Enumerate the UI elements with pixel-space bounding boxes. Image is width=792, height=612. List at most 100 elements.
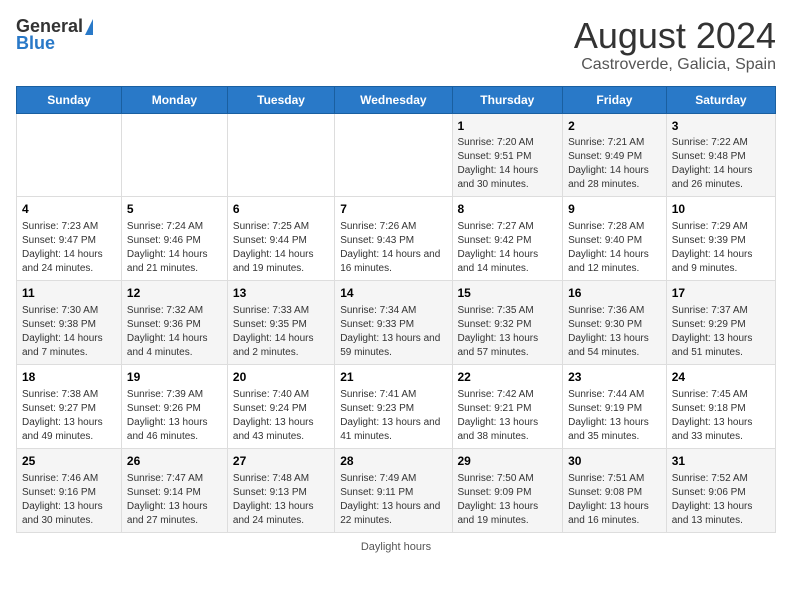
table-row: 22 Sunrise: 7:42 AMSunset: 9:21 PMDayligh… xyxy=(452,364,563,448)
column-header-sunday: Sunday xyxy=(17,86,122,113)
day-info: Sunrise: 7:49 AMSunset: 9:11 PMDaylight:… xyxy=(340,472,446,528)
column-header-friday: Friday xyxy=(563,86,667,113)
table-row: 14 Sunrise: 7:34 AMSunset: 9:33 PMDayligh… xyxy=(335,281,452,365)
table-row: 18 Sunrise: 7:38 AMSunset: 9:27 PMDayligh… xyxy=(17,364,122,448)
column-header-thursday: Thursday xyxy=(452,86,563,113)
day-info: Sunrise: 7:50 AMSunset: 9:09 PMDaylight:… xyxy=(458,472,558,528)
day-number: 19 xyxy=(127,369,222,386)
table-row: 20 Sunrise: 7:40 AMSunset: 9:24 PMDayligh… xyxy=(227,364,334,448)
day-info: Sunrise: 7:20 AMSunset: 9:51 PMDaylight:… xyxy=(458,136,558,192)
day-info: Sunrise: 7:36 AMSunset: 9:30 PMDaylight:… xyxy=(568,304,661,360)
column-header-saturday: Saturday xyxy=(666,86,775,113)
title-area: August 2024 Castroverde, Galicia, Spain xyxy=(574,16,776,74)
day-number: 21 xyxy=(340,369,446,386)
day-info: Sunrise: 7:47 AMSunset: 9:14 PMDaylight:… xyxy=(127,472,222,528)
day-number: 4 xyxy=(22,201,116,218)
day-number: 20 xyxy=(233,369,329,386)
logo: General Blue xyxy=(16,16,93,54)
calendar-header-row: SundayMondayTuesdayWednesdayThursdayFrid… xyxy=(17,86,776,113)
day-info: Sunrise: 7:21 AMSunset: 9:49 PMDaylight:… xyxy=(568,136,661,192)
table-row: 10Sunrise: 7:29 AMSunset: 9:39 PMDayligh… xyxy=(666,197,775,281)
table-row: 5 Sunrise: 7:24 AMSunset: 9:46 PMDaylight… xyxy=(121,197,227,281)
day-info: Sunrise: 7:38 AMSunset: 9:27 PMDaylight:… xyxy=(22,388,116,444)
column-header-monday: Monday xyxy=(121,86,227,113)
main-title: August 2024 xyxy=(574,16,776,56)
table-row: 6Sunrise: 7:25 AMSunset: 9:44 PMDaylight… xyxy=(227,197,334,281)
table-row: 4 Sunrise: 7:23 AMSunset: 9:47 PMDaylight… xyxy=(17,197,122,281)
day-info: Sunrise: 7:34 AMSunset: 9:33 PMDaylight:… xyxy=(340,304,446,360)
table-row: 29 Sunrise: 7:50 AMSunset: 9:09 PMDayligh… xyxy=(452,448,563,532)
table-row xyxy=(121,113,227,197)
day-number: 1 xyxy=(458,118,558,135)
table-row: 24 Sunrise: 7:45 AMSunset: 9:18 PMDayligh… xyxy=(666,364,775,448)
day-info: Sunrise: 7:41 AMSunset: 9:23 PMDaylight:… xyxy=(340,388,446,444)
day-number: 9 xyxy=(568,201,661,218)
table-row: 26Sunrise: 7:47 AMSunset: 9:14 PMDayligh… xyxy=(121,448,227,532)
day-info: Sunrise: 7:44 AMSunset: 9:19 PMDaylight:… xyxy=(568,388,661,444)
day-number: 6 xyxy=(233,201,329,218)
day-info: Sunrise: 7:52 AMSunset: 9:06 PMDaylight:… xyxy=(672,472,770,528)
day-number: 16 xyxy=(568,285,661,302)
day-info: Sunrise: 7:30 AMSunset: 9:38 PMDaylight:… xyxy=(22,304,116,360)
day-info: Sunrise: 7:24 AMSunset: 9:46 PMDaylight:… xyxy=(127,220,222,276)
day-info: Sunrise: 7:39 AMSunset: 9:26 PMDaylight:… xyxy=(127,388,222,444)
subtitle: Castroverde, Galicia, Spain xyxy=(574,56,776,74)
table-row: 19 Sunrise: 7:39 AMSunset: 9:26 PMDayligh… xyxy=(121,364,227,448)
calendar-week-row: 11 Sunrise: 7:30 AMSunset: 9:38 PMDayligh… xyxy=(17,281,776,365)
column-header-wednesday: Wednesday xyxy=(335,86,452,113)
table-row: 15Sunrise: 7:35 AMSunset: 9:32 PMDayligh… xyxy=(452,281,563,365)
day-number: 3 xyxy=(672,118,770,135)
day-number: 18 xyxy=(22,369,116,386)
table-row: 11 Sunrise: 7:30 AMSunset: 9:38 PMDayligh… xyxy=(17,281,122,365)
table-row: 13Sunrise: 7:33 AMSunset: 9:35 PMDayligh… xyxy=(227,281,334,365)
day-info: Sunrise: 7:48 AMSunset: 9:13 PMDaylight:… xyxy=(233,472,329,528)
table-row: 16 Sunrise: 7:36 AMSunset: 9:30 PMDayligh… xyxy=(563,281,667,365)
day-info: Sunrise: 7:35 AMSunset: 9:32 PMDaylight:… xyxy=(458,304,558,360)
day-info: Sunrise: 7:23 AMSunset: 9:47 PMDaylight:… xyxy=(22,220,116,276)
day-number: 25 xyxy=(22,453,116,470)
table-row: 9 Sunrise: 7:28 AMSunset: 9:40 PMDaylight… xyxy=(563,197,667,281)
table-row: 25 Sunrise: 7:46 AMSunset: 9:16 PMDayligh… xyxy=(17,448,122,532)
day-number: 2 xyxy=(568,118,661,135)
day-number: 24 xyxy=(672,369,770,386)
column-header-tuesday: Tuesday xyxy=(227,86,334,113)
day-info: Sunrise: 7:22 AMSunset: 9:48 PMDaylight:… xyxy=(672,136,770,192)
calendar-week-row: 25 Sunrise: 7:46 AMSunset: 9:16 PMDayligh… xyxy=(17,448,776,532)
day-number: 17 xyxy=(672,285,770,302)
day-info: Sunrise: 7:40 AMSunset: 9:24 PMDaylight:… xyxy=(233,388,329,444)
day-info: Sunrise: 7:46 AMSunset: 9:16 PMDaylight:… xyxy=(22,472,116,528)
calendar-week-row: 18 Sunrise: 7:38 AMSunset: 9:27 PMDayligh… xyxy=(17,364,776,448)
logo-blue-text: Blue xyxy=(16,33,55,54)
day-info: Sunrise: 7:27 AMSunset: 9:42 PMDaylight:… xyxy=(458,220,558,276)
footer-note: Daylight hours xyxy=(16,541,776,553)
day-info: Sunrise: 7:33 AMSunset: 9:35 PMDaylight:… xyxy=(233,304,329,360)
table-row: 8Sunrise: 7:27 AMSunset: 9:42 PMDaylight… xyxy=(452,197,563,281)
table-row: 23 Sunrise: 7:44 AMSunset: 9:19 PMDayligh… xyxy=(563,364,667,448)
calendar-week-row: 4 Sunrise: 7:23 AMSunset: 9:47 PMDaylight… xyxy=(17,197,776,281)
table-row: 28 Sunrise: 7:49 AMSunset: 9:11 PMDayligh… xyxy=(335,448,452,532)
table-row xyxy=(17,113,122,197)
day-number: 7 xyxy=(340,201,446,218)
table-row: 12Sunrise: 7:32 AMSunset: 9:36 PMDayligh… xyxy=(121,281,227,365)
day-number: 22 xyxy=(458,369,558,386)
day-info: Sunrise: 7:28 AMSunset: 9:40 PMDaylight:… xyxy=(568,220,661,276)
day-info: Sunrise: 7:26 AMSunset: 9:43 PMDaylight:… xyxy=(340,220,446,276)
day-info: Sunrise: 7:42 AMSunset: 9:21 PMDaylight:… xyxy=(458,388,558,444)
day-number: 14 xyxy=(340,285,446,302)
calendar-week-row: 1Sunrise: 7:20 AMSunset: 9:51 PMDaylight… xyxy=(17,113,776,197)
day-number: 23 xyxy=(568,369,661,386)
table-row: 21 Sunrise: 7:41 AMSunset: 9:23 PMDayligh… xyxy=(335,364,452,448)
day-number: 11 xyxy=(22,285,116,302)
table-row: 1Sunrise: 7:20 AMSunset: 9:51 PMDaylight… xyxy=(452,113,563,197)
day-number: 5 xyxy=(127,201,222,218)
header: General Blue August 2024 Castroverde, Ga… xyxy=(16,16,776,74)
day-info: Sunrise: 7:45 AMSunset: 9:18 PMDaylight:… xyxy=(672,388,770,444)
table-row: 30Sunrise: 7:51 AMSunset: 9:08 PMDayligh… xyxy=(563,448,667,532)
day-info: Sunrise: 7:29 AMSunset: 9:39 PMDaylight:… xyxy=(672,220,770,276)
day-info: Sunrise: 7:37 AMSunset: 9:29 PMDaylight:… xyxy=(672,304,770,360)
day-info: Sunrise: 7:51 AMSunset: 9:08 PMDaylight:… xyxy=(568,472,661,528)
day-number: 29 xyxy=(458,453,558,470)
table-row: 17 Sunrise: 7:37 AMSunset: 9:29 PMDayligh… xyxy=(666,281,775,365)
table-row: 3Sunrise: 7:22 AMSunset: 9:48 PMDaylight… xyxy=(666,113,775,197)
day-number: 28 xyxy=(340,453,446,470)
